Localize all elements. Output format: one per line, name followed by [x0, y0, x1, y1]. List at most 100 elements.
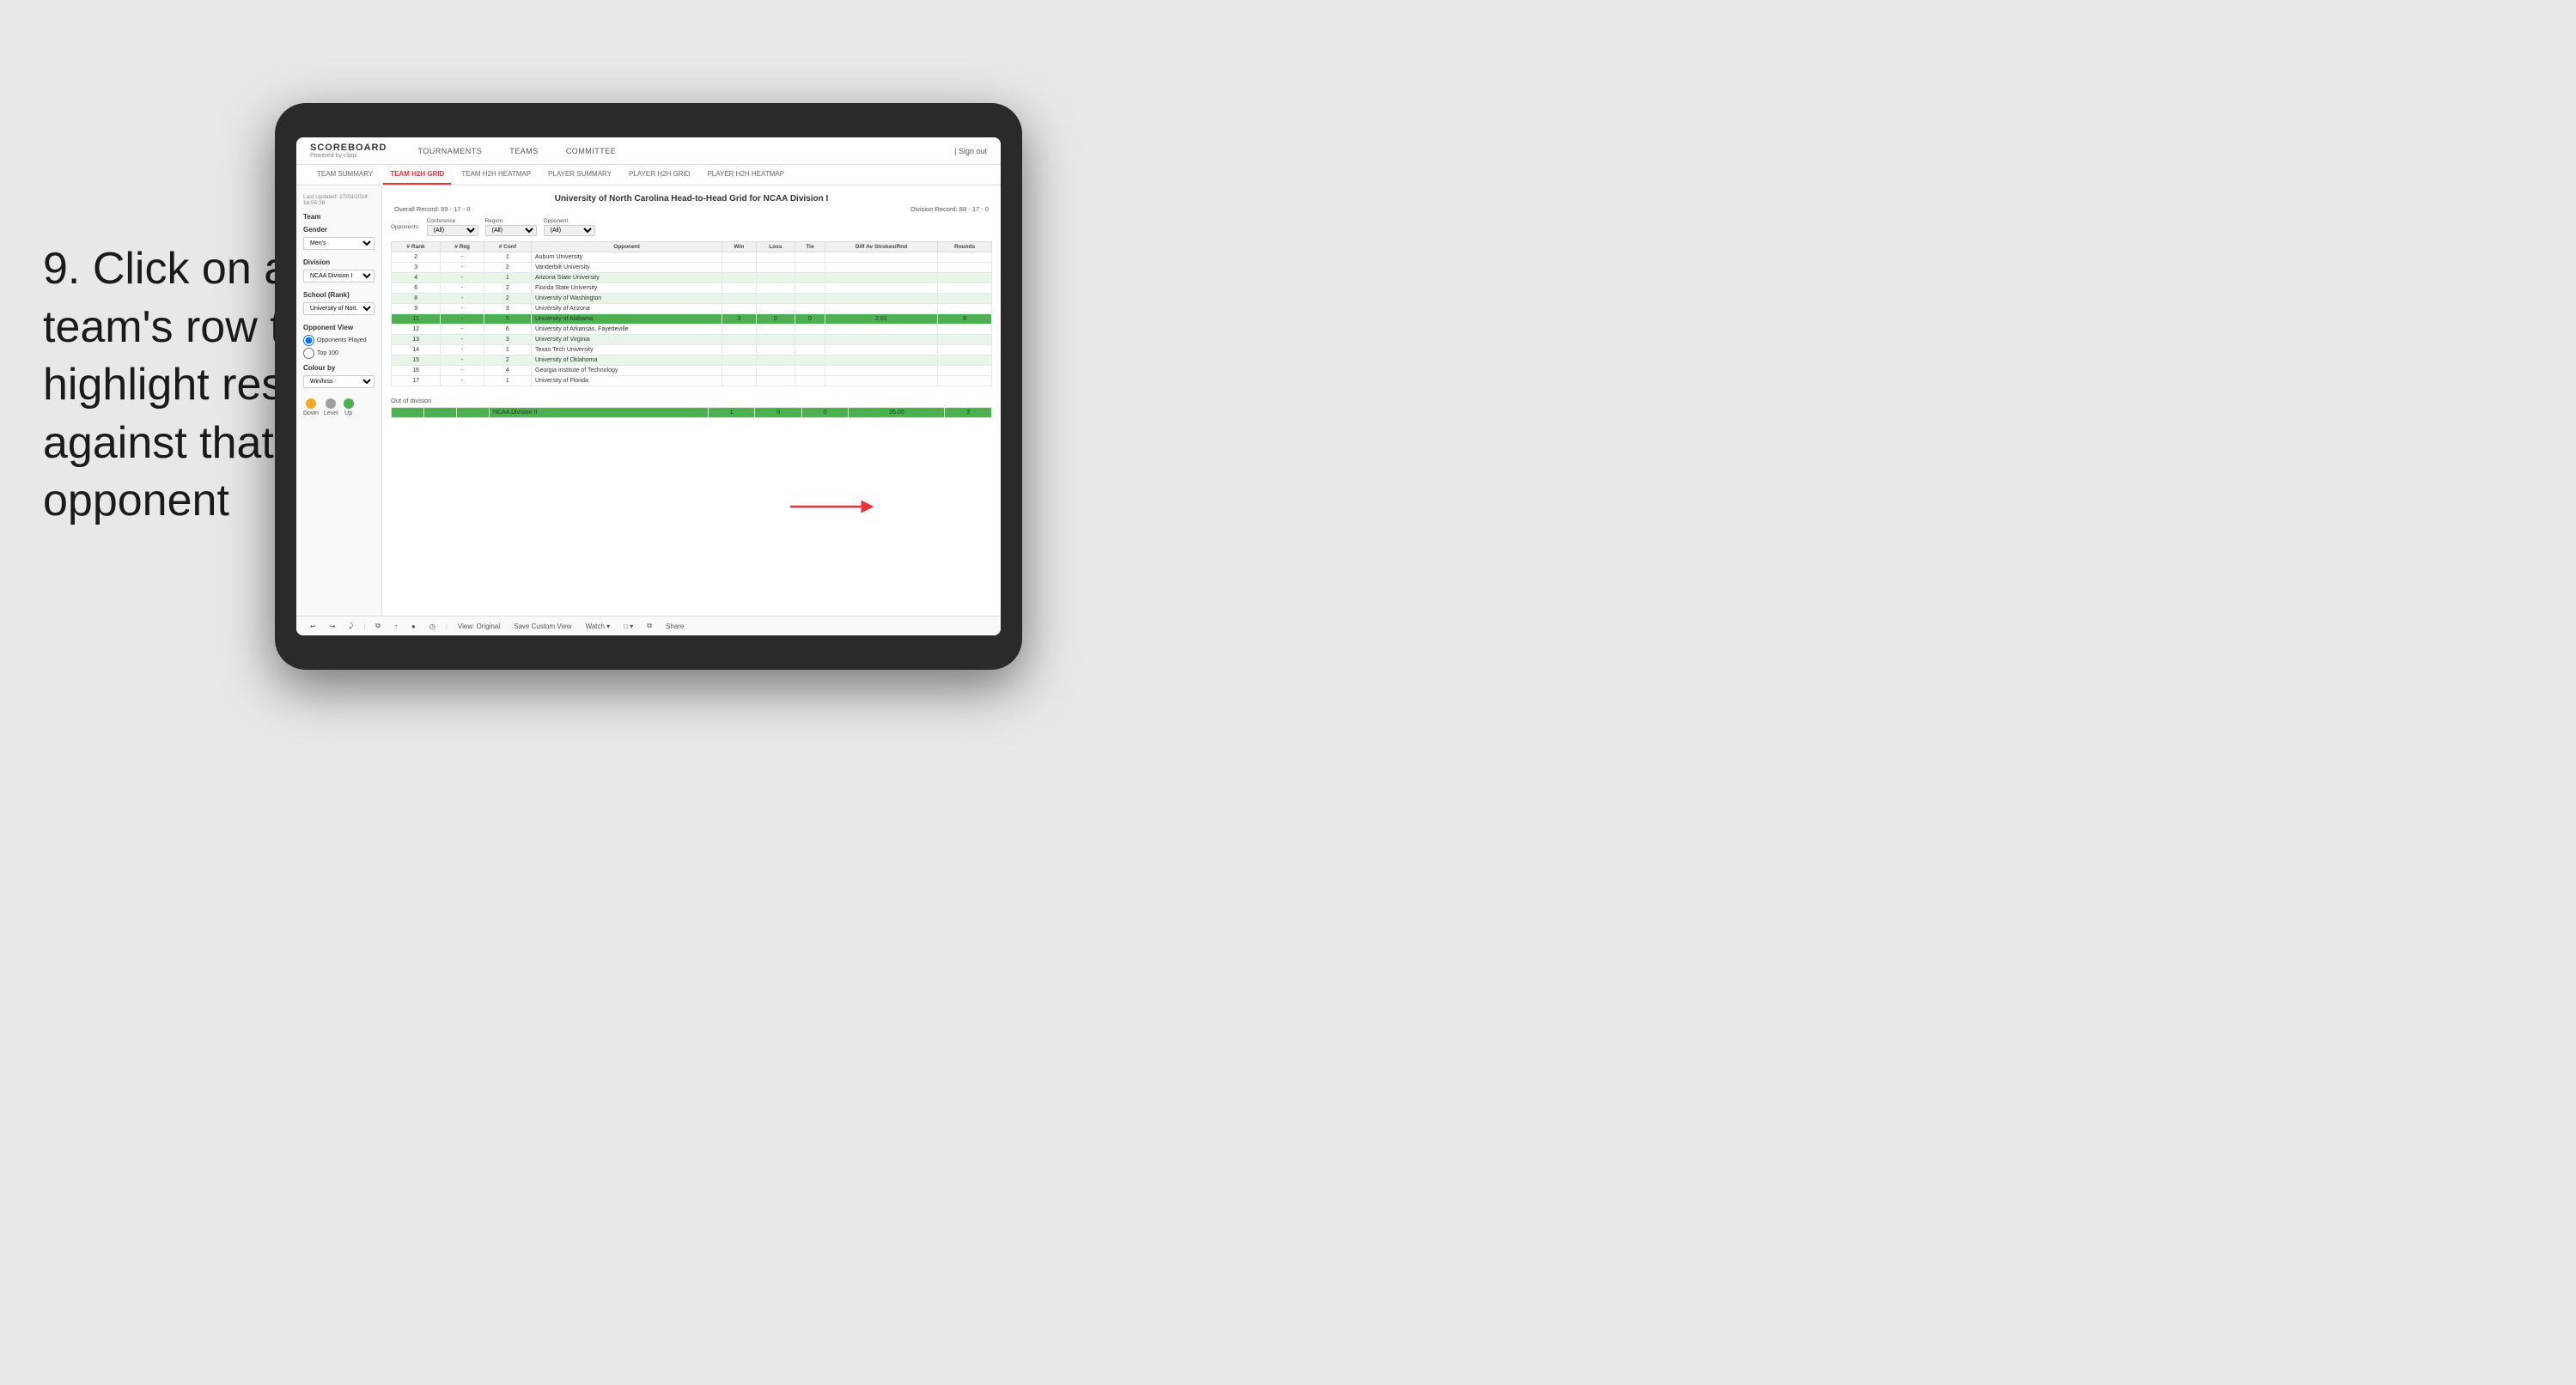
out-of-div-table: NCAA Division II 1 0 0 26.00 3 [391, 407, 992, 418]
table-row[interactable]: 9-3University of Arizona [392, 304, 992, 314]
sep2: | [446, 623, 448, 630]
sidebar-colour-label: Colour by [303, 364, 375, 372]
opponent-select[interactable]: (All) [544, 225, 595, 236]
watch-btn[interactable]: Watch ▾ [582, 621, 614, 632]
tab-team-h2h-heatmap[interactable]: TEAM H2H HEATMAP [454, 165, 538, 185]
radio-top100[interactable]: Top 100 [303, 348, 375, 359]
ood-reg [424, 408, 457, 418]
legend-level-label: Level [324, 410, 338, 416]
conference-label: Conference [427, 218, 478, 224]
copy2-btn[interactable]: ⧉ [643, 620, 655, 632]
tablet-screen: SCOREBOARD Powered by clippi TOURNAMENTS… [296, 137, 1001, 635]
sidebar-timestamp: Last Updated: 27/03/2024 16:55:38 [303, 194, 375, 206]
col-rank: # Rank [392, 242, 441, 252]
table-row[interactable]: 11-5University of Alabama3002.618 [392, 314, 992, 325]
print-btn[interactable]: □ ▾ [620, 621, 636, 632]
radio-opponents-played[interactable]: Opponents Played [303, 335, 375, 346]
grid-area: University of North Carolina Head-to-Hea… [382, 185, 1001, 616]
table-row[interactable]: 15-2University of Oklahoma [392, 355, 992, 366]
tab-team-h2h-grid[interactable]: TEAM H2H GRID [383, 165, 451, 185]
table-row[interactable]: 16-4Georgia Institute of Technology [392, 366, 992, 376]
table-row[interactable]: 6-2Florida State University [392, 283, 992, 294]
refresh-btn[interactable]: ⤸ [345, 620, 356, 632]
ood-tie: 0 [801, 408, 849, 418]
clock-btn[interactable]: ◷ [426, 621, 439, 632]
legend-level-dot [326, 398, 336, 409]
region-select[interactable]: (All) [485, 225, 537, 236]
division-select[interactable]: NCAA Division I [303, 270, 375, 282]
nav-teams[interactable]: TEAMS [504, 143, 544, 159]
step-number: 9. [43, 244, 80, 294]
opponents-label: Opponents: [391, 224, 420, 230]
nav-committee[interactable]: COMMITTEE [561, 143, 622, 159]
ood-diff: 26.00 [849, 408, 945, 418]
out-of-division: Out of division NCAA Division II 1 0 0 [391, 397, 992, 418]
bottom-toolbar: ↩ ↪ ⤸ | ⧉ ↑ ● ◷ | View: Original Save Cu… [296, 616, 1001, 635]
region-label: Region [485, 218, 537, 224]
ood-name: NCAA Division II [490, 408, 709, 418]
table-row[interactable]: 13-3University of Virginia [392, 335, 992, 345]
tab-player-h2h-heatmap[interactable]: PLAYER H2H HEATMAP [700, 165, 791, 185]
legend-down-dot [306, 398, 316, 409]
col-rounds: Rounds [938, 242, 992, 252]
logo-sub: Powered by clippi [310, 153, 387, 159]
up-btn[interactable]: ↑ [391, 621, 401, 632]
school-select[interactable]: University of Nort... [303, 302, 375, 315]
sidebar-division-label: Division [303, 258, 375, 266]
col-conf: # Conf [484, 242, 531, 252]
tab-player-h2h-grid[interactable]: PLAYER H2H GRID [622, 165, 697, 185]
nav-tournaments[interactable]: TOURNAMENTS [412, 143, 487, 159]
out-of-div-row[interactable]: NCAA Division II 1 0 0 26.00 3 [392, 408, 992, 418]
redo-btn[interactable]: ↪ [326, 621, 339, 632]
conference-filter: Conference (All) [427, 218, 478, 236]
conference-select[interactable]: (All) [427, 225, 478, 236]
grid-title: University of North Carolina Head-to-Hea… [391, 194, 992, 203]
table-row[interactable]: 4-1Arizona State University [392, 273, 992, 283]
gender-select[interactable]: Men's [303, 237, 375, 250]
col-win: Win [722, 242, 756, 252]
main-content: Last Updated: 27/03/2024 16:55:38 Team G… [296, 185, 1001, 616]
top-nav: SCOREBOARD Powered by clippi TOURNAMENTS… [296, 137, 1001, 165]
logo-area: SCOREBOARD Powered by clippi [310, 143, 387, 159]
undo-btn[interactable]: ↩ [307, 621, 320, 632]
col-opponent: Opponent [532, 242, 722, 252]
division-record: Division Record: 88 - 17 - 0 [910, 205, 989, 213]
table-row[interactable]: 17-1University of Florida [392, 376, 992, 386]
h2h-table: # Rank # Reg # Conf Opponent Win Loss Ti… [391, 241, 992, 386]
ood-rounds: 3 [945, 408, 992, 418]
share-btn[interactable]: Share [662, 621, 687, 632]
save-custom-view-btn[interactable]: Save Custom View [510, 621, 575, 632]
table-row[interactable]: 8-2University of Washington [392, 294, 992, 304]
dot-btn[interactable]: ● [408, 621, 419, 632]
ood-rank [392, 408, 424, 418]
col-diff: Diff Av Strokes/Rnd [825, 242, 937, 252]
ood-loss: 0 [755, 408, 802, 418]
sidebar-school-label: School (Rank) [303, 291, 375, 299]
sidebar-opponent-view-label: Opponent View [303, 324, 375, 331]
tab-team-summary[interactable]: TEAM SUMMARY [310, 165, 380, 185]
sidebar-gender-label: Gender [303, 226, 375, 234]
grid-records: Overall Record: 89 - 17 - 0 Division Rec… [391, 205, 992, 213]
view-original-btn[interactable]: View: Original [454, 621, 503, 632]
table-row[interactable]: 2-1Auburn University [392, 252, 992, 263]
ood-win: 1 [708, 408, 755, 418]
sep1: | [363, 623, 365, 630]
table-row[interactable]: 12-6University of Arkansas, Fayetteville [392, 325, 992, 335]
opponent-label: Opponent [544, 218, 595, 224]
out-of-div-label: Out of division [391, 397, 992, 404]
sign-out[interactable]: | Sign out [954, 147, 987, 155]
colour-select[interactable]: Win/loss [303, 375, 375, 388]
sub-nav: TEAM SUMMARY TEAM H2H GRID TEAM H2H HEAT… [296, 165, 1001, 185]
tablet-frame: SCOREBOARD Powered by clippi TOURNAMENTS… [275, 103, 1022, 670]
table-row[interactable]: 14-1Texas Tech University [392, 345, 992, 355]
tab-player-summary[interactable]: PLAYER SUMMARY [541, 165, 618, 185]
opponent-filter: Opponent (All) [544, 218, 595, 236]
legend-up-label: Up [344, 410, 352, 416]
copy-btn[interactable]: ⧉ [372, 620, 384, 632]
sidebar-team-label: Team [303, 213, 375, 221]
logo-scoreboard: SCOREBOARD [310, 143, 387, 153]
region-filter: Region (All) [485, 218, 537, 236]
legend: Down Level Up [303, 398, 375, 416]
table-row[interactable]: 3-2Vanderbilt University [392, 263, 992, 273]
col-reg: # Reg [441, 242, 484, 252]
